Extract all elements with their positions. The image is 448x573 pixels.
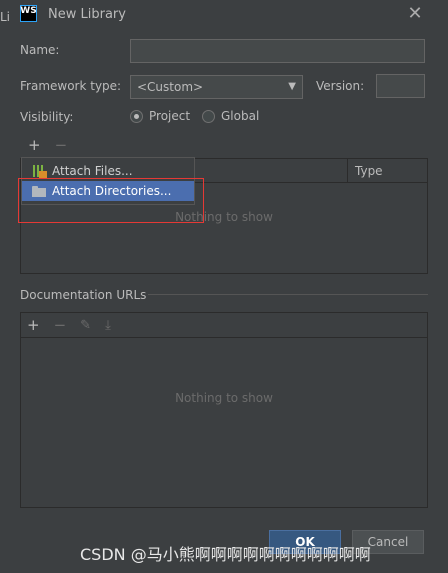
framework-type-select[interactable]: <Custom> ▼ <box>130 75 303 99</box>
documentation-toolbar: + − ✎ ⤓ <box>21 313 427 338</box>
download-icon[interactable]: ⤓ <box>105 318 111 333</box>
close-icon[interactable]: ✕ <box>405 4 425 24</box>
documentation-urls-panel: + − ✎ ⤓ Nothing to show <box>20 312 428 508</box>
version-label: Version: <box>316 79 365 93</box>
cancel-button-label: Cancel <box>367 535 409 549</box>
version-field[interactable] <box>376 74 425 98</box>
visibility-project-radio[interactable]: Project <box>130 109 190 123</box>
visibility-project-label: Project <box>149 109 191 123</box>
dialog-title: New Library <box>48 7 126 22</box>
roots-toolbar: + − <box>22 134 67 156</box>
app-logo-icon: WS <box>20 5 37 22</box>
documentation-urls-title: Documentation URLs <box>20 288 147 302</box>
edit-icon[interactable]: ✎ <box>80 318 91 333</box>
add-icon[interactable]: + <box>28 137 41 153</box>
add-icon[interactable]: + <box>27 317 40 333</box>
visibility-global-label: Global <box>221 109 260 123</box>
remove-icon[interactable]: − <box>55 137 68 153</box>
visibility-label: Visibility: <box>20 110 74 124</box>
name-field[interactable] <box>130 39 425 63</box>
visibility-global-radio[interactable]: Global <box>202 109 259 123</box>
radio-unselected-icon <box>202 109 215 123</box>
column-header-type[interactable]: Type <box>355 164 383 178</box>
remove-icon[interactable]: − <box>54 317 67 333</box>
app-logo-text: WS <box>20 6 37 16</box>
documentation-empty-text: Nothing to show <box>175 391 273 405</box>
chevron-down-icon: ▼ <box>288 81 296 92</box>
menu-item-label: Attach Files... <box>52 164 133 178</box>
annotation-highlight-box <box>18 178 204 223</box>
radio-selected-icon <box>130 109 143 123</box>
section-divider <box>148 294 428 295</box>
title-bar: WS New Library ✕ <box>0 0 448 30</box>
framework-type-value: <Custom> <box>137 80 204 94</box>
watermark-text: CSDN @马小熊啊啊啊啊啊啊啊啊啊啊啊 <box>80 545 371 564</box>
jar-icon <box>32 164 47 178</box>
framework-type-label: Framework type: <box>20 79 122 93</box>
name-label: Name: <box>20 43 60 57</box>
